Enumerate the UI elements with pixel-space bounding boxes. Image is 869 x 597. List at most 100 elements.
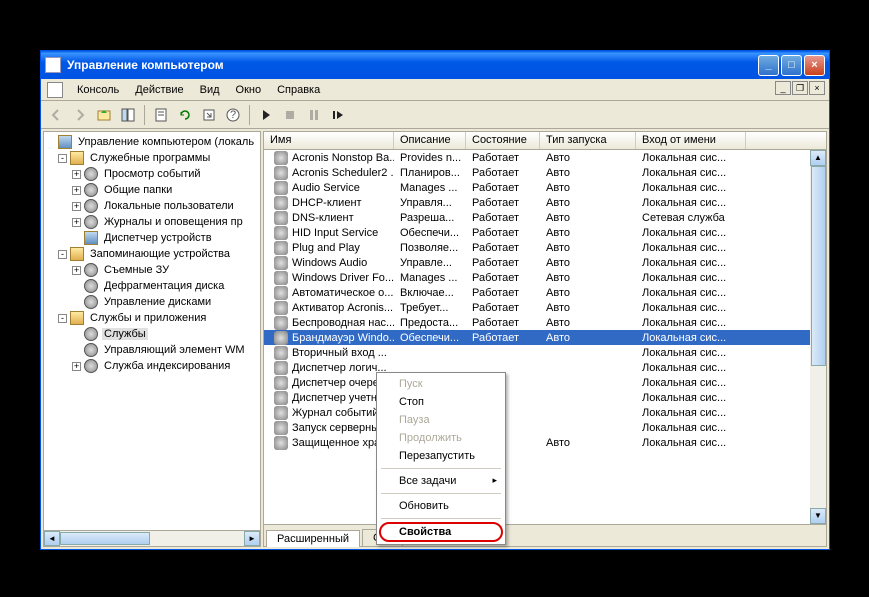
tree-root[interactable]: Управление компьютером (локаль [44,134,260,150]
tree-system-tools[interactable]: -Служебные программы [44,150,260,166]
menu-action[interactable]: Действие [127,82,191,98]
tree-services-apps[interactable]: -Службы и приложения [44,310,260,326]
tree-disk-mgmt[interactable]: Управление дисками [44,294,260,310]
service-startup: Авто [540,272,636,284]
ctx-start[interactable]: Пуск [379,375,503,393]
mdi-minimize-button[interactable]: _ [775,81,791,95]
service-logon: Локальная сис... [636,332,746,344]
menu-help[interactable]: Справка [269,82,328,98]
service-logon: Локальная сис... [636,167,746,179]
tree-perf-logs[interactable]: +Журналы и оповещения пр [44,214,260,230]
restart-button[interactable] [327,104,349,126]
tab-extended[interactable]: Расширенный [266,530,360,547]
service-row[interactable]: HID Input ServiceОбеспечи...РаботаетАвто… [264,225,826,240]
service-startup: Авто [540,437,636,449]
service-state: Работает [466,332,540,344]
close-button[interactable]: × [804,55,825,76]
tree-indexing-service[interactable]: +Служба индексирования [44,358,260,374]
tree-event-viewer[interactable]: +Просмотр событий [44,166,260,182]
refresh-button[interactable] [174,104,196,126]
service-row[interactable]: DHCP-клиентУправля...РаботаетАвтоЛокальн… [264,195,826,210]
service-logon: Локальная сис... [636,257,746,269]
service-row[interactable]: Брандмауэр Windo...Обеспечи...РаботаетАв… [264,330,826,345]
mdi-restore-button[interactable]: ❐ [792,81,808,95]
minimize-button[interactable]: _ [758,55,779,76]
gear-icon [274,361,288,375]
tree-device-manager[interactable]: Диспетчер устройств [44,230,260,246]
tree-shared-folders[interactable]: +Общие папки [44,182,260,198]
play-button[interactable] [255,104,277,126]
scroll-left-button[interactable]: ◄ [44,531,60,546]
gear-icon [274,331,288,345]
titlebar[interactable]: Управление компьютером _ □ × [41,51,829,79]
service-startup: Авто [540,197,636,209]
ctx-resume[interactable]: Продолжить [379,429,503,447]
tree-h-scrollbar[interactable]: ◄ ► [44,530,260,546]
scroll-up-button[interactable]: ▲ [810,150,826,166]
service-state: Работает [466,287,540,299]
gear-icon [274,301,288,315]
service-row[interactable]: Активатор Acronis...Требует...РаботаетАв… [264,300,826,315]
col-state[interactable]: Состояние [466,132,540,149]
menu-console[interactable]: Консоль [69,82,127,98]
up-button[interactable] [93,104,115,126]
menu-view[interactable]: Вид [192,82,228,98]
service-row[interactable]: DNS-клиентРазреша...РаботаетАвтоСетевая … [264,210,826,225]
service-logon: Локальная сис... [636,437,746,449]
service-row[interactable]: Вторичный вход ...Локальная сис... [264,345,826,360]
menu-window[interactable]: Окно [228,82,270,98]
service-row[interactable]: Журнал событий ...Локальная сис... [264,405,826,420]
export-button[interactable] [198,104,220,126]
ctx-restart[interactable]: Перезапустить [379,447,503,465]
scroll-right-button[interactable]: ► [244,531,260,546]
list-v-scrollbar[interactable]: ▲ ▼ [810,150,826,524]
ctx-all-tasks[interactable]: Все задачи [379,472,503,490]
ctx-pause[interactable]: Пауза [379,411,503,429]
service-row[interactable]: Windows AudioУправле...РаботаетАвтоЛокал… [264,255,826,270]
col-name[interactable]: Имя [264,132,394,149]
tree-wmi-control[interactable]: Управляющий элемент WM [44,342,260,358]
tree-services[interactable]: Службы [44,326,260,342]
service-state: Работает [466,152,540,164]
tree-pane: Управление компьютером (локаль -Служебны… [43,131,261,547]
service-row[interactable]: Автоматическое о...Включае...РаботаетАвт… [264,285,826,300]
service-row[interactable]: Запуск серверны...Локальная сис... [264,420,826,435]
service-startup: Авто [540,257,636,269]
service-row[interactable]: Диспетчер учетн...Локальная сис... [264,390,826,405]
forward-button[interactable] [69,104,91,126]
col-desc[interactable]: Описание [394,132,466,149]
service-row[interactable]: Диспетчер очере...Локальная сис... [264,375,826,390]
service-row[interactable]: Защищенное хра...АвтоЛокальная сис... [264,435,826,450]
ctx-stop[interactable]: Стоп [379,393,503,411]
tree-local-users[interactable]: +Локальные пользователи [44,198,260,214]
service-row[interactable]: Беспроводная нас...Предоста...РаботаетАв… [264,315,826,330]
back-button[interactable] [45,104,67,126]
service-row[interactable]: Windows Driver Fo...Manages ...РаботаетА… [264,270,826,285]
tree-storage[interactable]: -Запоминающие устройства [44,246,260,262]
stop-button[interactable] [279,104,301,126]
show-hide-tree-button[interactable] [117,104,139,126]
service-state: Работает [466,317,540,329]
mdi-close-button[interactable]: × [809,81,825,95]
service-row[interactable]: Plug and PlayПозволяе...РаботаетАвтоЛока… [264,240,826,255]
service-row[interactable]: Диспетчер логич...Локальная сис... [264,360,826,375]
col-logon[interactable]: Вход от имени [636,132,746,149]
pause-button[interactable] [303,104,325,126]
scroll-down-button[interactable]: ▼ [810,508,826,524]
ctx-refresh[interactable]: Обновить [379,497,503,515]
col-startup[interactable]: Тип запуска [540,132,636,149]
service-row[interactable]: Audio ServiceManages ...РаботаетАвтоЛока… [264,180,826,195]
help-button[interactable]: ? [222,104,244,126]
service-row[interactable]: Acronis Nonstop Ba...Provides n...Работа… [264,150,826,165]
service-row[interactable]: Acronis Scheduler2 ...Планиров...Работае… [264,165,826,180]
ctx-properties[interactable]: Свойства [379,522,503,542]
tree-defrag[interactable]: Дефрагментация диска [44,278,260,294]
maximize-button[interactable]: □ [781,55,802,76]
tree-h-scrollbar-thumb[interactable] [60,532,150,545]
service-name: DNS-клиент [292,212,354,224]
list-v-scrollbar-thumb[interactable] [811,166,826,366]
properties-button[interactable] [150,104,172,126]
service-desc: Управля... [394,197,466,209]
tree-removable-storage[interactable]: +Съемные ЗУ [44,262,260,278]
toolbar: ? [41,101,829,129]
